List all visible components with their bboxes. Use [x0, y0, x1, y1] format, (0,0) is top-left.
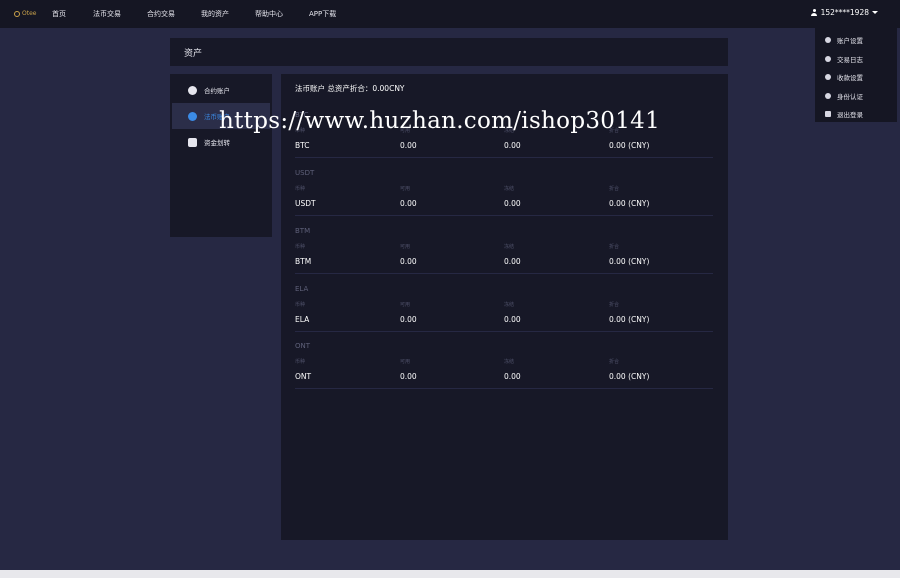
dropdown-item-label: 账户设置 [837, 37, 863, 46]
asset-group-name: ELA [295, 285, 309, 293]
column-header-equivalent: 折合 [609, 302, 620, 308]
nav-item-app-download[interactable]: APP下载 [309, 9, 336, 19]
row-divider [295, 215, 713, 216]
window-bottom-strip [0, 570, 900, 578]
asset-equivalent: 0.00 (CNY) [609, 315, 650, 324]
column-header-available: 可用 [400, 186, 411, 192]
column-header-currency: 币种 [295, 186, 306, 192]
page-title: 资产 [184, 49, 203, 59]
total-assets-summary: 法币账户 总资产折合：0.00CNY [295, 84, 405, 93]
asset-frozen: 0.00 [504, 372, 521, 381]
nav-item-fiat-trading[interactable]: 法币交易 [93, 9, 121, 19]
asset-panel: 法币账户 总资产折合：0.00CNY BTC 币种 可用 冻结 折合 BTC 0… [281, 74, 728, 540]
caret-down-icon [872, 11, 878, 14]
asset-currency: BTC [295, 141, 310, 150]
column-header-equivalent: 折合 [609, 359, 620, 365]
dropdown-item-label: 身份认证 [837, 92, 863, 101]
sidebar-item-contract-account[interactable]: 合约账户 [172, 77, 270, 103]
asset-available: 0.00 [400, 199, 417, 208]
user-icon [825, 92, 831, 99]
asset-equivalent: 0.00 (CNY) [609, 199, 650, 208]
gear-icon [825, 37, 831, 44]
dropdown-item-label: 收款设置 [837, 74, 863, 83]
dropdown-item-identity-verification[interactable]: 身份认证 [815, 87, 897, 106]
column-header-currency: 币种 [295, 359, 306, 365]
asset-group-name: BTM [295, 227, 311, 235]
dropdown-item-logout[interactable]: 退出登录 [815, 105, 897, 124]
account-icon [188, 85, 197, 95]
dropdown-item-trade-log[interactable]: 交易日志 [815, 50, 897, 69]
asset-frozen: 0.00 [504, 141, 521, 150]
user-icon [811, 9, 818, 16]
asset-frozen: 0.00 [504, 315, 521, 324]
column-header-equivalent: 折合 [609, 186, 620, 192]
column-header-currency: 币种 [295, 244, 306, 250]
row-divider [295, 388, 713, 389]
asset-group-name: ONT [295, 342, 311, 350]
chat-icon [825, 55, 831, 62]
asset-equivalent: 0.00 (CNY) [609, 141, 650, 150]
asset-available: 0.00 [400, 372, 417, 381]
nav-item-home[interactable]: 首页 [52, 9, 66, 19]
nav-item-help-center[interactable]: 帮助中心 [255, 9, 283, 19]
logo-icon [14, 10, 20, 17]
asset-equivalent: 0.00 (CNY) [609, 372, 650, 381]
asset-currency: ELA [295, 315, 310, 324]
asset-currency: USDT [295, 199, 316, 208]
asset-available: 0.00 [400, 315, 417, 324]
column-header-available: 可用 [400, 359, 411, 365]
logo-text: Otee [22, 10, 37, 17]
dropdown-item-label: 交易日志 [837, 55, 863, 64]
sidebar-item-label: 合约账户 [204, 87, 230, 95]
dropdown-item-payment-settings[interactable]: 收款设置 [815, 68, 897, 87]
asset-group-name: USDT [295, 169, 315, 177]
column-header-currency: 币种 [295, 302, 306, 308]
column-header-equivalent: 折合 [609, 244, 620, 250]
column-header-frozen: 冻结 [504, 359, 515, 365]
row-divider [295, 331, 713, 332]
asset-frozen: 0.00 [504, 199, 521, 208]
top-navigation-bar: Otee 首页 法币交易 合约交易 我的资产 帮助中心 APP下载 152***… [0, 0, 900, 28]
nav-item-my-assets[interactable]: 我的资产 [201, 9, 229, 19]
asset-currency: ONT [295, 372, 312, 381]
column-header-frozen: 冻结 [504, 244, 515, 250]
asset-currency: BTM [295, 257, 312, 266]
transfer-icon [188, 137, 197, 147]
dropdown-item-label: 退出登录 [837, 111, 863, 120]
user-menu-toggle[interactable]: 152****1928 [811, 8, 878, 17]
user-dropdown-menu: 账户设置 交易日志 收款设置 身份认证 退出登录 [815, 28, 897, 122]
account-sidebar: 合约账户 法币账户 资金划转 [170, 74, 272, 237]
watermark-text: https://www.huzhan.com/ishop30141 [219, 108, 661, 134]
gear-icon [825, 74, 831, 81]
column-header-available: 可用 [400, 244, 411, 250]
page-title-bar: 资产 [170, 38, 728, 66]
column-header-available: 可用 [400, 302, 411, 308]
nav-item-contract-trading[interactable]: 合约交易 [147, 9, 175, 19]
logout-icon [825, 111, 831, 118]
asset-available: 0.00 [400, 257, 417, 266]
asset-frozen: 0.00 [504, 257, 521, 266]
user-label: 152****1928 [820, 8, 869, 17]
sidebar-item-label: 资金划转 [204, 139, 230, 147]
row-divider [295, 157, 713, 158]
dropdown-item-account-settings[interactable]: 账户设置 [815, 31, 897, 50]
asset-available: 0.00 [400, 141, 417, 150]
column-header-frozen: 冻结 [504, 186, 515, 192]
row-divider [295, 273, 713, 274]
logo[interactable]: Otee [14, 10, 36, 17]
column-header-frozen: 冻结 [504, 302, 515, 308]
account-icon [188, 111, 197, 121]
asset-equivalent: 0.00 (CNY) [609, 257, 650, 266]
